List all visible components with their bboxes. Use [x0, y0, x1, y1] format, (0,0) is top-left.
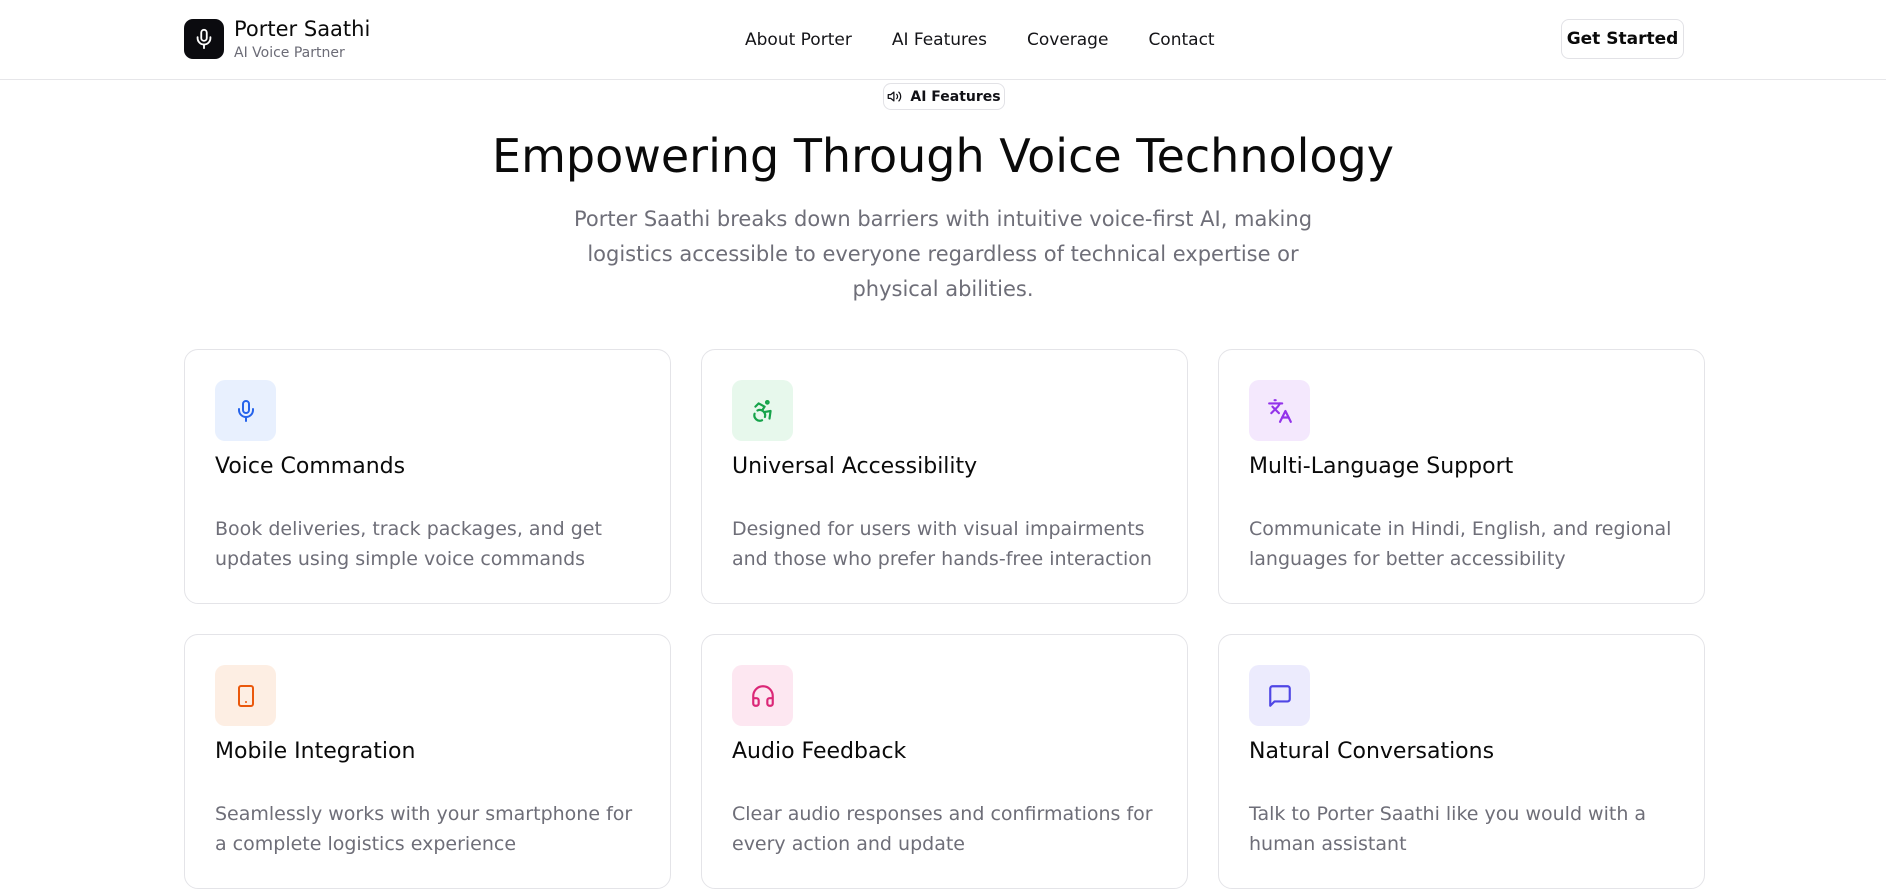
tablet-icon — [237, 684, 254, 707]
section-badge-label: AI Features — [910, 88, 1001, 105]
brand-subtitle: AI Voice Partner — [234, 45, 345, 61]
mic-icon — [196, 28, 212, 50]
brand[interactable]: Porter Saathi AI Voice Partner — [184, 17, 371, 62]
feature-description: Designed for users with visual impairmen… — [732, 518, 1152, 570]
translate-icon — [1267, 398, 1292, 423]
feature-icon-box — [732, 380, 793, 441]
section-badge: AI Features — [883, 83, 1005, 110]
speaker-icon — [888, 91, 902, 102]
feature-card-natural-conversations: Natural Conversations Talk to Porter Saa… — [1218, 634, 1705, 889]
nav-item-coverage[interactable]: Coverage — [1027, 28, 1108, 52]
feature-icon-box — [215, 665, 276, 726]
brand-text: Porter Saathi AI Voice Partner — [234, 17, 371, 62]
accessibility-icon — [752, 399, 772, 422]
feature-title: Multi-Language Support — [1249, 454, 1514, 479]
feature-icon-box — [1249, 665, 1310, 726]
feature-icon-box — [215, 380, 276, 441]
feature-description: Communicate in Hindi, English, and regio… — [1249, 518, 1672, 570]
feature-description: Talk to Porter Saathi like you would wit… — [1249, 803, 1647, 855]
nav-item-about-porter[interactable]: About Porter — [745, 28, 852, 52]
hero-subtitle: Porter Saathi breaks down barriers with … — [573, 207, 1313, 301]
feature-title: Universal Accessibility — [732, 454, 978, 479]
mic-icon — [237, 399, 254, 422]
feature-card-multi-language-support: Multi-Language Support Communicate in Hi… — [1218, 349, 1705, 604]
site-header: Porter Saathi AI Voice Partner About Por… — [0, 0, 1886, 80]
feature-card-voice-commands: Voice Commands Book deliveries, track pa… — [184, 349, 671, 604]
feature-icon-box — [732, 665, 793, 726]
feature-card-mobile-integration: Mobile Integration Seamlessly works with… — [184, 634, 671, 889]
feature-title: Audio Feedback — [732, 739, 907, 764]
brand-logo — [184, 19, 224, 59]
nav-item-ai-features[interactable]: AI Features — [892, 28, 987, 52]
get-started-button[interactable]: Get Started — [1561, 19, 1684, 59]
feature-description: Seamlessly works with your smartphone fo… — [215, 803, 633, 855]
feature-title: Mobile Integration — [215, 739, 416, 764]
feature-title: Natural Conversations — [1249, 739, 1495, 764]
feature-title: Voice Commands — [215, 454, 406, 479]
hero-title: Empowering Through Voice Technology — [492, 129, 1394, 183]
nav-item-contact[interactable]: Contact — [1148, 28, 1214, 52]
feature-icon-box — [1249, 380, 1310, 441]
brand-title: Porter Saathi — [234, 17, 371, 41]
feature-description: Clear audio responses and confirmations … — [732, 803, 1153, 855]
feature-card-audio-feedback: Audio Feedback Clear audio responses and… — [701, 634, 1188, 889]
main-nav: About Porter AI Features Coverage Contac… — [745, 28, 1215, 52]
feature-card-universal-accessibility: Universal Accessibility Designed for use… — [701, 349, 1188, 604]
headphones-icon — [751, 684, 774, 707]
feature-description: Book deliveries, track packages, and get… — [215, 518, 602, 570]
message-icon — [1268, 684, 1291, 707]
